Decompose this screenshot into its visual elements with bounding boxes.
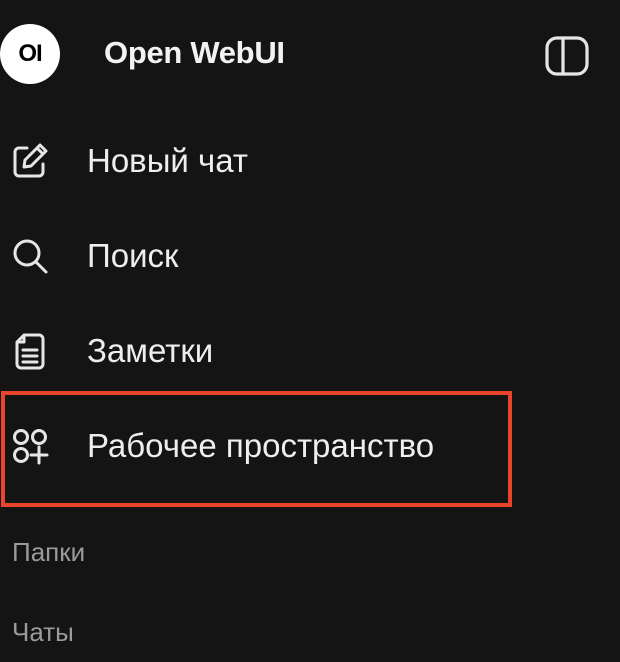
nav-item-new-chat[interactable]: Новый чат — [0, 131, 520, 191]
nav-item-search[interactable]: Поиск — [0, 226, 520, 286]
sidebar-toggle-icon — [545, 36, 589, 76]
nav-item-workspace[interactable]: Рабочее пространство — [0, 416, 520, 476]
section-chats-label[interactable]: Чаты — [12, 617, 74, 648]
app-title: Open WebUI — [104, 35, 285, 70]
nav-item-label: Поиск — [87, 237, 179, 274]
nav-item-label: Заметки — [87, 332, 214, 369]
nav-item-notes[interactable]: Заметки — [0, 321, 520, 381]
pencil-square-icon — [10, 141, 50, 181]
app-logo[interactable]: OI — [0, 24, 60, 84]
sidebar-toggle-button[interactable] — [544, 35, 590, 77]
nav-item-label: Рабочее пространство — [87, 427, 435, 464]
sidebar: OI Open WebUI Новый чат Поиск Заметки Ра… — [0, 0, 620, 662]
workspace-icon — [10, 426, 50, 466]
search-icon — [10, 236, 50, 276]
sidebar-header: OI Open WebUI — [0, 18, 620, 90]
nav-item-label: Новый чат — [87, 142, 248, 179]
note-icon — [10, 331, 50, 371]
section-folders-label[interactable]: Папки — [12, 537, 85, 568]
